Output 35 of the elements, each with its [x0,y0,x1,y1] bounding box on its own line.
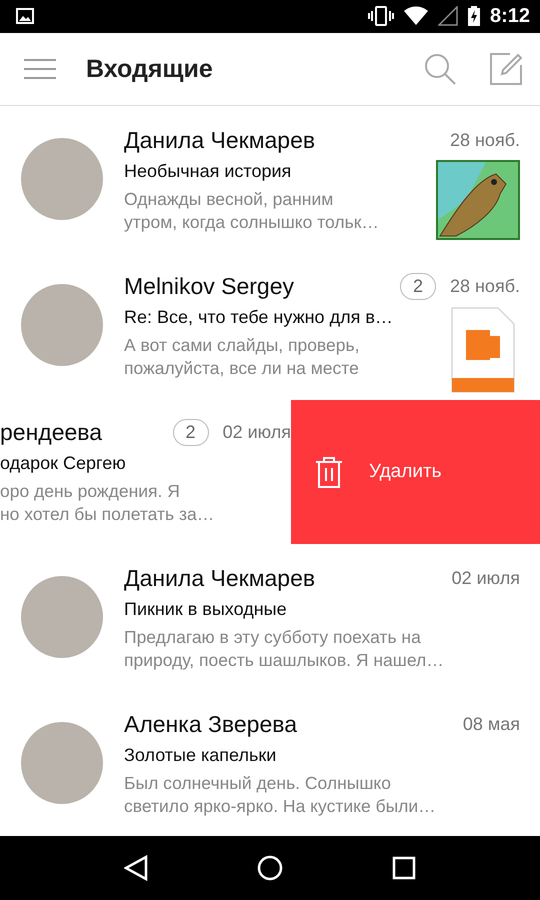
wifi-icon [404,6,428,26]
battery-charging-icon [468,6,480,26]
message-subject: Необычная история [124,161,292,182]
message-date: 02 июля [222,422,291,443]
message-date: 02 июля [452,568,520,589]
message-preview: оро день рождения. Я но хотел бы полетать за… [0,480,216,526]
signal-icon [438,6,458,26]
message-preview: Однажды весной, ранним утром, когда солнышко тольк… [124,188,380,234]
message-date: 08 мая [462,714,520,735]
vibrate-icon [368,6,394,26]
sender-name: Данила Чекмарев [124,126,316,154]
thread-count-badge: 2 [400,272,436,300]
menu-icon[interactable] [24,59,56,79]
back-icon[interactable] [124,855,148,882]
message-preview: А вот сами слайды, проверь, пожалуйста, все ли на месте [124,334,360,380]
trash-icon [315,456,343,488]
message-subject: Re: Все, что тебе нужно для в… [124,307,394,328]
thread-count-badge: 2 [172,418,209,446]
message-preview: Предлагаю в эту субботу поехать на природу, поесть шашлыков. Я нашел… [124,626,445,672]
message-preview: Был солнечный день. Солнышко светило ярко-ярко. На кустике были… [124,772,437,818]
sender-name: рендеева [0,418,104,446]
clock-time: 8:12 [490,4,530,28]
image-icon [16,8,34,24]
delete-button[interactable]: Удалить [291,400,540,544]
sender-name: Melnikov Sergey [124,272,296,300]
message-subject: Пикник в выходные [124,599,288,620]
message-date: 28 нояб. [450,130,520,151]
home-icon[interactable] [256,855,283,882]
message-date: 28 нояб. [450,276,520,297]
message-subject: одарок Сергею [0,453,127,474]
message-subject: Золотые капельки [124,745,278,766]
recent-apps-icon[interactable] [392,856,416,880]
sender-name: Аленка Зверева [124,710,298,738]
sender-name: Данила Чекмарев [124,564,316,592]
screen-title: Входящие [86,54,214,84]
